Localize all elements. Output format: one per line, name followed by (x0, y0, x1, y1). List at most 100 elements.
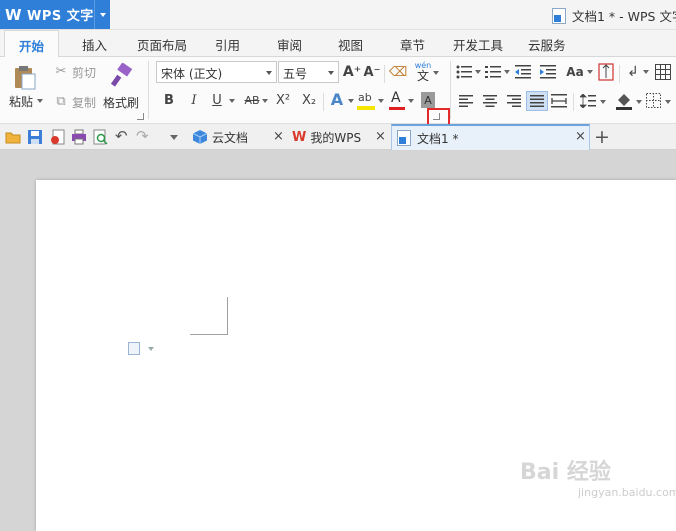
cut-button[interactable]: 剪切 (72, 64, 96, 81)
superscript-button[interactable]: X² (272, 91, 294, 109)
font-size-select[interactable]: 五号 (278, 61, 339, 83)
justify-button[interactable] (526, 91, 548, 111)
character-shading-button[interactable]: A (421, 92, 435, 108)
phonetic-dropdown[interactable] (433, 71, 439, 75)
save-icon[interactable] (27, 129, 43, 145)
numbered-list-icon[interactable] (485, 65, 501, 79)
tab-review[interactable]: 审阅 (277, 35, 302, 54)
increase-indent-icon[interactable] (540, 65, 556, 79)
numbered-list-dropdown[interactable] (504, 70, 510, 74)
font-family-select[interactable]: 宋体 (正文) (156, 61, 277, 83)
format-painter-label[interactable]: 格式刷 (103, 94, 139, 111)
redo-icon[interactable]: ↷ (136, 127, 152, 145)
copy-button[interactable]: 复制 (72, 94, 96, 111)
doc-tab-document1[interactable]: 文档1 * × (391, 124, 590, 150)
paste-label[interactable]: 粘贴 (9, 93, 33, 110)
paint-bucket-icon[interactable] (615, 92, 633, 110)
paste-button[interactable] (10, 63, 40, 91)
shrink-font-button[interactable]: A⁻ (363, 63, 381, 81)
grow-font-button[interactable]: A⁺ (343, 63, 361, 81)
tab-view[interactable]: 视图 (338, 35, 363, 54)
clipboard-icon (15, 66, 36, 90)
bold-button[interactable]: B (160, 91, 178, 109)
copy-icon: ⧉ (56, 93, 66, 109)
table-icon[interactable] (655, 64, 671, 80)
align-right-icon[interactable] (507, 95, 521, 107)
align-left-icon[interactable] (459, 95, 473, 107)
document-icon (552, 7, 566, 24)
app-menu-button[interactable]: W WPS 文字 (0, 0, 110, 29)
bullet-list-dropdown[interactable] (475, 70, 481, 74)
doc-tab-cloud[interactable]: 云文档 × (190, 124, 286, 150)
group-divider (573, 93, 574, 111)
paragraph-mark-dropdown[interactable] (643, 70, 649, 74)
highlight-icon: ab (358, 91, 372, 104)
ribbon-tab-bar: 开始 插入 页面布局 引用 审阅 视图 章节 开发工具 云服务 (0, 30, 676, 58)
margin-corner-mark (227, 297, 228, 334)
decrease-indent-icon[interactable] (515, 65, 531, 79)
undo-icon[interactable]: ↶ (115, 127, 131, 145)
borders-icon[interactable] (646, 93, 661, 108)
watermark-url: jingyan.baidu.com (578, 486, 676, 499)
highlight-dropdown[interactable] (378, 99, 384, 103)
align-center-icon[interactable] (483, 95, 497, 107)
group-divider (384, 65, 385, 83)
change-case-button[interactable]: Aa (564, 63, 586, 81)
app-name: WPS 文字 (27, 9, 94, 24)
bullet-list-icon[interactable] (456, 65, 472, 79)
window-title: 文档1 * - WPS 文字 (552, 6, 676, 25)
strikethrough-dropdown[interactable] (262, 99, 268, 103)
clipboard-group-launcher[interactable] (137, 113, 144, 120)
wps-logo-icon: W (292, 129, 307, 145)
font-color-button[interactable]: A (387, 90, 407, 112)
tab-references[interactable]: 引用 (215, 35, 240, 54)
sort-icon[interactable] (598, 63, 614, 81)
window-title-text: 文档1 * - WPS 文字 (572, 9, 676, 24)
strikethrough-button[interactable]: AB (240, 91, 264, 109)
line-spacing-icon[interactable] (580, 94, 596, 108)
highlight-color-bar (357, 106, 375, 110)
customize-toolbar-dropdown[interactable] (170, 135, 178, 140)
phonetic-char: 文 (416, 69, 429, 83)
text-effect-dropdown[interactable] (348, 99, 354, 103)
scissors-icon: ✂ (55, 63, 67, 79)
change-case-dropdown[interactable] (587, 70, 593, 74)
tab-home[interactable]: 开始 (4, 30, 60, 58)
app-menu-dropdown[interactable] (94, 0, 110, 29)
borders-dropdown[interactable] (665, 100, 671, 104)
print-icon[interactable] (71, 129, 87, 145)
shading-dropdown[interactable] (636, 100, 642, 104)
paragraph-layout-icon[interactable] (128, 342, 140, 355)
paragraph-layout-dropdown[interactable] (148, 347, 154, 351)
italic-button[interactable]: I (185, 91, 203, 109)
export-pdf-icon[interactable] (50, 129, 66, 145)
font-color-dropdown[interactable] (408, 99, 414, 103)
close-icon[interactable]: × (575, 129, 586, 144)
format-painter-button[interactable] (109, 62, 135, 89)
doc-tab-my-wps[interactable]: W 我的WPS × (290, 124, 388, 150)
tab-cloud-service[interactable]: 云服务 (528, 35, 566, 54)
new-tab-button[interactable]: + (594, 126, 610, 148)
tab-page-layout[interactable]: 页面布局 (137, 35, 187, 54)
underline-button[interactable]: U (208, 91, 226, 109)
phonetic-guide-button[interactable]: wén 文 (412, 61, 434, 85)
paragraph-mark-icon[interactable]: ↲ (624, 63, 642, 81)
print-preview-icon[interactable] (92, 129, 108, 145)
tab-insert[interactable]: 插入 (82, 35, 107, 54)
highlight-button[interactable]: ab (356, 90, 376, 112)
open-folder-icon[interactable] (5, 129, 21, 145)
wps-logo-icon: W (5, 5, 22, 24)
close-icon[interactable]: × (273, 129, 284, 144)
doc-tab-label: 文档1 * (417, 131, 459, 146)
chevron-down-icon (266, 71, 272, 75)
paste-dropdown[interactable] (37, 99, 43, 103)
line-spacing-dropdown[interactable] (600, 100, 606, 104)
text-effect-button[interactable]: A (328, 90, 346, 109)
subscript-button[interactable]: X₂ (298, 91, 320, 109)
close-icon[interactable]: × (375, 129, 386, 144)
underline-dropdown[interactable] (229, 99, 235, 103)
distributed-align-icon[interactable] (551, 94, 567, 108)
tab-developer[interactable]: 开发工具 (453, 35, 503, 54)
tab-chapter[interactable]: 章节 (400, 35, 425, 54)
clear-format-icon[interactable]: ⌫ (389, 63, 407, 81)
